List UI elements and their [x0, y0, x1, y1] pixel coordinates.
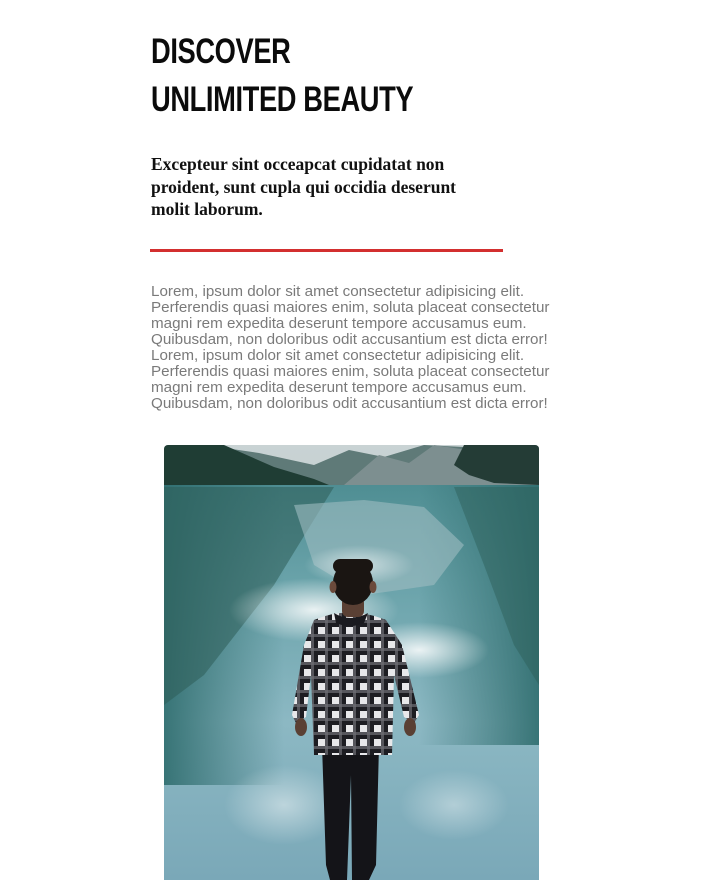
- lake-scene-image: [164, 445, 539, 880]
- page: DISCOVER UNLIMITED BEAUTY Excepteur sint…: [0, 0, 711, 880]
- body-paragraph: Lorem, ipsum dolor sit amet consectetur …: [151, 283, 550, 412]
- hero-photo: [164, 445, 539, 880]
- headline-line-2: UNLIMITED BEAUTY: [151, 80, 414, 119]
- accent-divider: [150, 249, 503, 252]
- headline: DISCOVER UNLIMITED BEAUTY: [151, 28, 414, 124]
- headline-line-1: DISCOVER: [151, 32, 291, 71]
- lead-paragraph: Excepteur sint occeapcat cupidatat non p…: [151, 154, 457, 219]
